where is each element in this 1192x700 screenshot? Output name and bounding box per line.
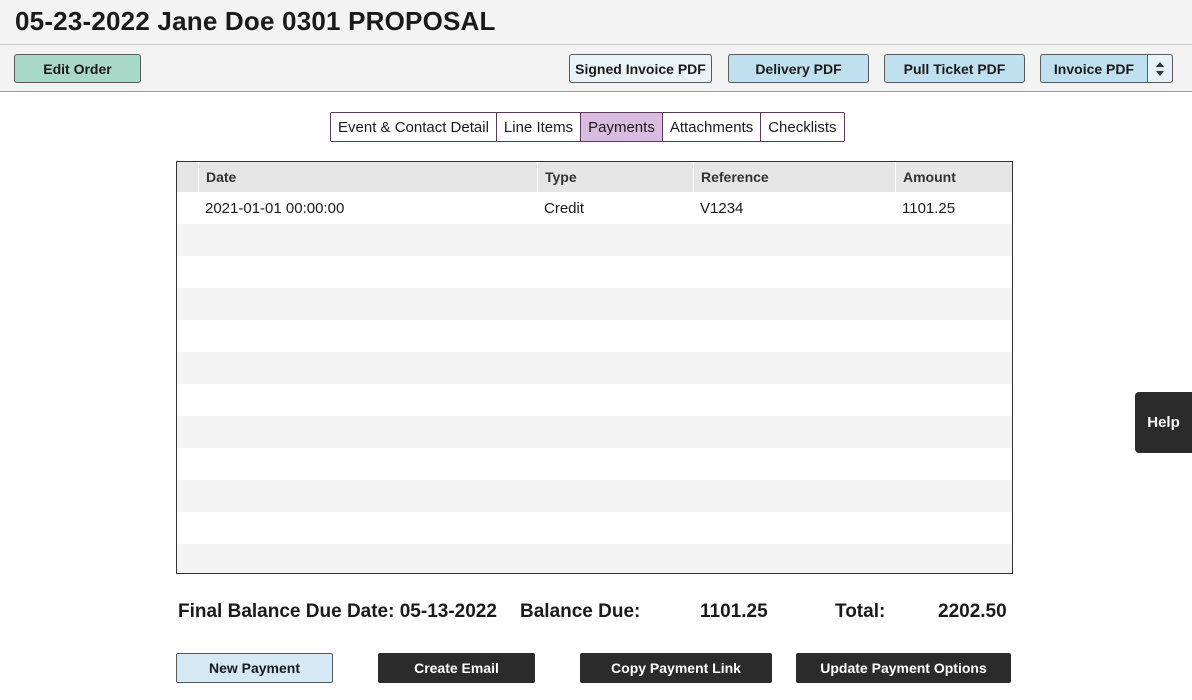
tab-event-contact-detail[interactable]: Event & Contact Detail <box>331 113 496 141</box>
new-payment-button[interactable]: New Payment <box>176 653 333 683</box>
empty-row <box>177 544 1012 573</box>
signed-invoice-pdf-button[interactable]: Signed Invoice PDF <box>569 54 712 83</box>
payment-amount: 1101.25 <box>902 199 956 217</box>
empty-row <box>177 256 1012 288</box>
tab-bar: Event & Contact Detail Line Items Paymen… <box>330 112 845 142</box>
tab-attachments[interactable]: Attachments <box>661 113 761 141</box>
update-payment-options-button[interactable]: Update Payment Options <box>796 653 1011 683</box>
pull-ticket-pdf-button[interactable]: Pull Ticket PDF <box>884 54 1025 83</box>
delivery-pdf-button[interactable]: Delivery PDF <box>728 54 869 83</box>
tab-line-items[interactable]: Line Items <box>495 113 581 141</box>
column-header-amount[interactable]: Amount <box>895 162 1012 192</box>
empty-row <box>177 224 1012 256</box>
row-selector <box>177 192 198 224</box>
empty-row <box>177 352 1012 384</box>
empty-row <box>177 384 1012 416</box>
title-bar: 05-23-2022 Jane Doe 0301 PROPOSAL <box>0 0 1192 45</box>
empty-row <box>177 320 1012 352</box>
total-value: 2202.50 <box>938 601 1007 622</box>
tab-checklists[interactable]: Checklists <box>760 113 844 141</box>
tab-payments[interactable]: Payments <box>580 113 662 141</box>
page-title: 05-23-2022 Jane Doe 0301 PROPOSAL <box>15 6 496 36</box>
edit-order-button[interactable]: Edit Order <box>14 54 141 83</box>
column-header-type[interactable]: Type <box>537 162 693 192</box>
empty-row <box>177 512 1012 544</box>
payment-date: 2021-01-01 00:00:00 <box>205 199 345 217</box>
table-row[interactable]: 2021-01-01 00:00:00 Credit V1234 1101.25 <box>177 192 1012 224</box>
table-header: Date Type Reference Amount <box>177 162 1012 192</box>
up-down-chevron-icon[interactable] <box>1147 55 1172 82</box>
help-button[interactable]: Help <box>1135 392 1192 453</box>
create-email-button[interactable]: Create Email <box>378 653 535 683</box>
column-header-date[interactable]: Date <box>198 162 537 192</box>
balance-due-label: Balance Due: <box>520 601 641 622</box>
total-label: Total: <box>835 601 886 622</box>
payment-reference: V1234 <box>700 199 744 217</box>
invoice-pdf-button[interactable]: Invoice PDF <box>1041 55 1147 82</box>
empty-row <box>177 416 1012 448</box>
empty-row <box>177 448 1012 480</box>
empty-row <box>177 288 1012 320</box>
toolbar: Edit Order Signed Invoice PDF Delivery P… <box>0 45 1192 92</box>
payment-type: Credit <box>544 199 585 217</box>
balance-due-value: 1101.25 <box>700 601 768 622</box>
invoice-pdf-split-button: Invoice PDF <box>1040 54 1173 83</box>
empty-row <box>177 480 1012 512</box>
copy-payment-link-button[interactable]: Copy Payment Link <box>580 653 772 683</box>
final-balance-due-date: Final Balance Due Date: 05-13-2022 <box>178 601 497 622</box>
column-header-reference[interactable]: Reference <box>693 162 895 192</box>
row-selector-header <box>177 162 198 192</box>
payments-table: Date Type Reference Amount 2021-01-01 00… <box>176 161 1013 574</box>
